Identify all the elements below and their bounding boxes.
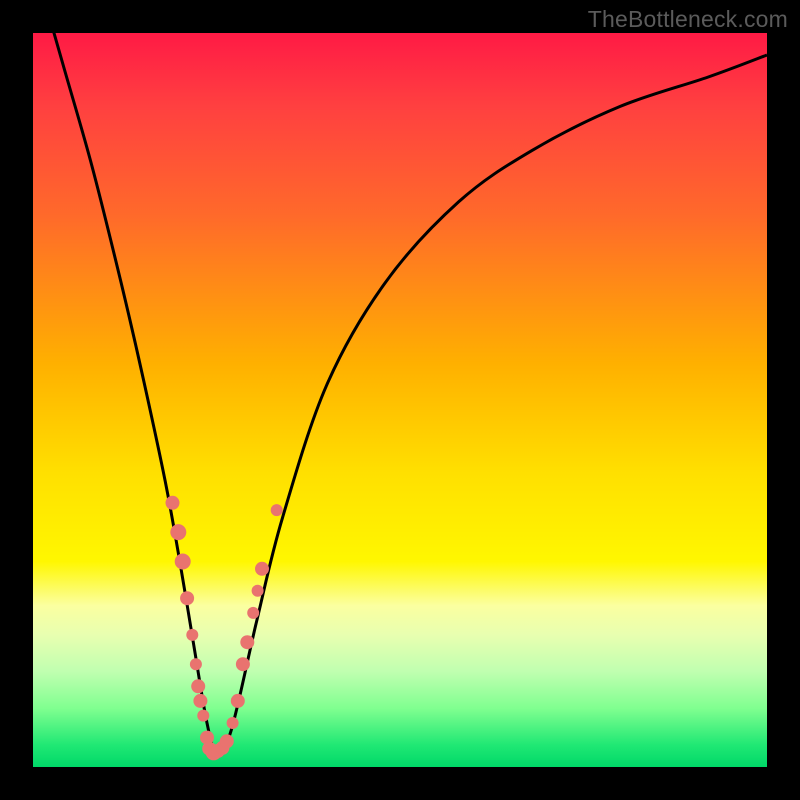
data-point xyxy=(186,629,198,641)
data-point xyxy=(240,635,254,649)
data-point xyxy=(227,717,239,729)
watermark-text: TheBottleneck.com xyxy=(588,6,788,33)
data-point xyxy=(170,524,186,540)
data-point xyxy=(255,562,269,576)
data-point xyxy=(193,694,207,708)
data-point xyxy=(166,496,180,510)
data-point xyxy=(190,658,202,670)
data-point xyxy=(252,585,264,597)
data-point xyxy=(271,504,283,516)
chart-frame: TheBottleneck.com xyxy=(0,0,800,800)
data-point xyxy=(197,710,209,722)
data-point xyxy=(180,591,194,605)
data-point xyxy=(247,607,259,619)
data-point xyxy=(231,694,245,708)
data-markers xyxy=(166,496,283,761)
data-point xyxy=(175,554,191,570)
data-point xyxy=(236,657,250,671)
plot-area xyxy=(33,33,767,767)
chart-svg xyxy=(33,33,767,767)
data-point xyxy=(191,679,205,693)
bottleneck-curve xyxy=(33,33,767,753)
data-point xyxy=(220,734,234,748)
